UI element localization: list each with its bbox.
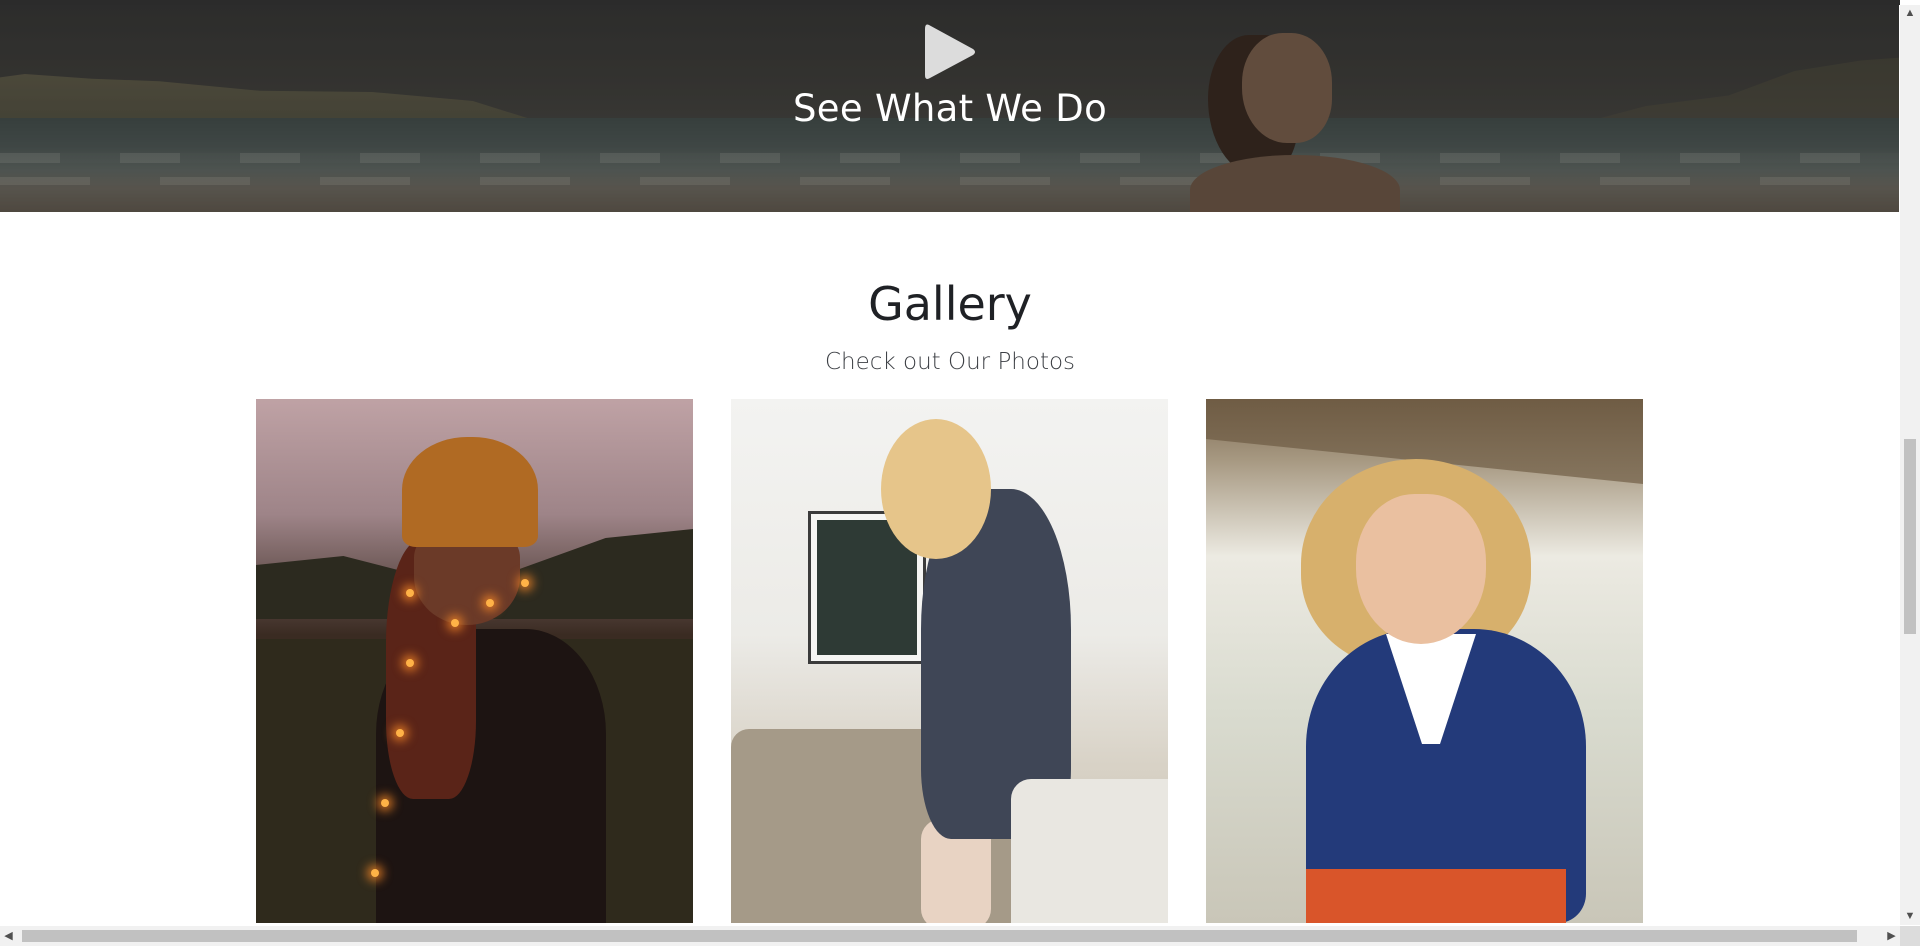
scroll-right-arrow-icon[interactable]: ▶ [1883, 926, 1900, 946]
gallery-title: Gallery [868, 277, 1032, 331]
photo-2-head [881, 419, 991, 559]
horizontal-scrollbar[interactable]: ◀ ▶ [0, 926, 1920, 946]
photo-1-beanie [402, 437, 538, 547]
string-light [451, 619, 459, 627]
string-light [406, 659, 414, 667]
photo-3-face [1356, 494, 1486, 644]
photo-2-chair [1011, 779, 1168, 923]
horizontal-scroll-thumb[interactable] [22, 930, 1857, 942]
string-light [521, 579, 529, 587]
gallery-photo-3[interactable] [1206, 399, 1643, 923]
scroll-down-arrow-icon[interactable]: ▼ [1900, 908, 1920, 925]
vertical-scrollbar[interactable]: ▲ ▼ [1900, 5, 1920, 925]
gallery-subtitle: Check out Our Photos [824, 349, 1076, 375]
photo-3-skirt [1306, 869, 1566, 923]
page-viewport: See What We Do Gallery Check out Our Pho… [0, 0, 1920, 946]
scrollbar-corner [1900, 926, 1920, 946]
play-icon [925, 24, 975, 79]
string-light [396, 729, 404, 737]
string-light [381, 799, 389, 807]
string-light [486, 599, 494, 607]
gallery-photo-2[interactable] [731, 399, 1168, 923]
video-hero-section: See What We Do [0, 5, 1899, 212]
string-light [406, 589, 414, 597]
hero-title: See What We Do [792, 87, 1108, 130]
string-light [371, 869, 379, 877]
play-video-button[interactable] [923, 21, 977, 83]
scroll-left-arrow-icon[interactable]: ◀ [0, 926, 17, 946]
vertical-scroll-thumb[interactable] [1904, 439, 1916, 634]
gallery-photo-1[interactable] [256, 399, 693, 923]
scroll-up-arrow-icon[interactable]: ▲ [1900, 5, 1920, 22]
